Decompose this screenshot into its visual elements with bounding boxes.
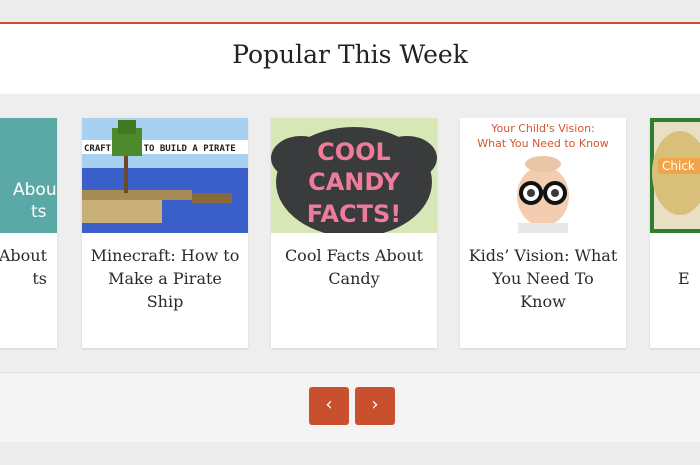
card-title[interactable]: Minecraft: How to Make a Pirate Ship <box>90 244 240 313</box>
carousel-controls: ‹ › <box>0 374 700 434</box>
svg-text:COOL: COOL <box>317 138 391 166</box>
svg-text:FACTS!: FACTS! <box>307 200 401 228</box>
chevron-left-icon: ‹ <box>325 394 333 415</box>
minecraft-island-image: CRAFT: HOW TO BUILD A PIRATE <box>82 118 248 233</box>
svg-text:Chick: Chick <box>662 159 695 173</box>
card-thumbnail[interactable]: Chick <box>650 118 700 233</box>
svg-text:What You Need to Know: What You Need to Know <box>477 137 609 150</box>
widget-header: Popular This Week <box>0 24 700 95</box>
carousel-card[interactable]: COOL CANDY FACTS! Cool Facts About Candy <box>271 118 437 348</box>
candy-facts-image: COOL CANDY FACTS! <box>271 118 437 233</box>
card-title[interactable]: Kids’ Vision: What You Need To Know <box>468 244 618 313</box>
popular-widget: Popular This Week About ts Aboutts <box>0 22 700 442</box>
svg-text:Your Child's Vision:: Your Child's Vision: <box>490 122 595 135</box>
card-thumbnail[interactable]: About ts <box>0 118 57 233</box>
carousel-card[interactable]: About ts Aboutts <box>0 118 57 348</box>
card-title[interactable]: About ts <box>0 244 47 290</box>
svg-text:About: About <box>13 180 57 200</box>
next-button[interactable]: › <box>355 387 395 425</box>
card-thumbnail[interactable]: CRAFT: HOW TO BUILD A PIRATE <box>82 118 248 233</box>
svg-text:CANDY: CANDY <box>308 168 400 196</box>
carousel-card[interactable]: Chick E <box>650 118 700 348</box>
food-image: Chick <box>650 118 700 233</box>
carousel: About ts Aboutts CRAFT: HOW TO BUILD A P… <box>0 94 700 373</box>
card-title[interactable]: Cool Facts About Candy <box>279 244 429 290</box>
carousel-card[interactable]: Your Child's Vision: What You Need to Kn… <box>460 118 626 348</box>
prev-button[interactable]: ‹ <box>309 387 349 425</box>
card-title[interactable]: E <box>678 244 700 290</box>
card-thumbnail[interactable]: COOL CANDY FACTS! <box>271 118 437 233</box>
carousel-card[interactable]: CRAFT: HOW TO BUILD A PIRATE Minecraft: … <box>82 118 248 348</box>
chevron-right-icon: › <box>371 394 379 415</box>
card-thumbnail[interactable]: Your Child's Vision: What You Need to Kn… <box>460 118 626 233</box>
svg-text:ts: ts <box>31 202 47 222</box>
widget-title: Popular This Week <box>232 40 468 69</box>
teal-banner-image: About ts <box>0 118 57 233</box>
child-glasses-image: Your Child's Vision: What You Need to Kn… <box>460 118 626 233</box>
svg-text:CRAFT: HOW TO BUILD A PIRATE: CRAFT: HOW TO BUILD A PIRATE <box>84 144 236 154</box>
